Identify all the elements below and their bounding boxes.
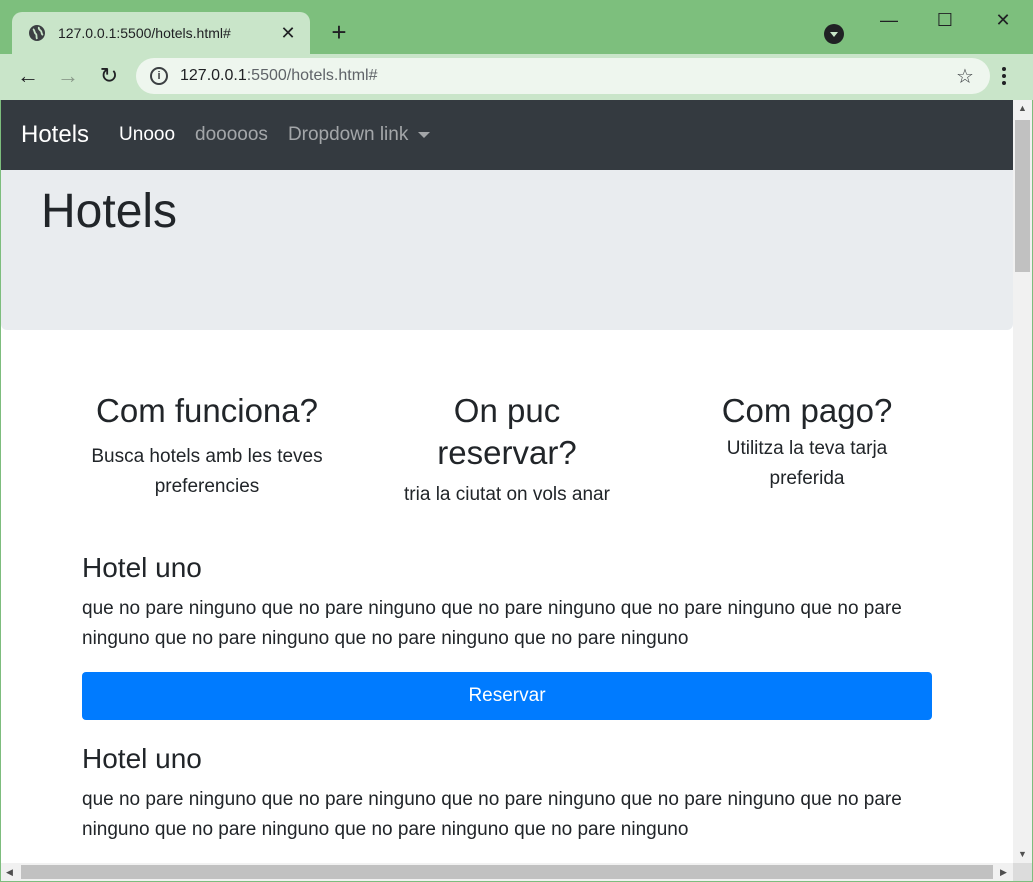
features-row: Com funciona? Busca hotels amb les teves… xyxy=(57,390,957,510)
star-icon[interactable]: ☆ xyxy=(954,64,976,89)
tab-close-icon[interactable]: ✕ xyxy=(278,23,298,44)
navbar-brand[interactable]: Hotels xyxy=(21,121,89,149)
feature-title: Com funciona? xyxy=(96,392,318,429)
back-button[interactable]: ← xyxy=(15,64,41,90)
caret-down-icon xyxy=(418,131,431,138)
nav-link-dooooos[interactable]: dooooos xyxy=(195,124,268,146)
feature-title: On puc reservar? xyxy=(437,392,577,471)
url-host: 127.0.0.1 xyxy=(180,67,247,84)
nav-dropdown-toggle[interactable]: Dropdown link xyxy=(287,124,431,146)
browser-titlebar: 127.0.0.1:5500/hotels.html# ✕ + — ☐ ✕ xyxy=(0,0,1033,54)
address-bar[interactable]: i 127.0.0.1:5500/hotels.html# ☆ xyxy=(136,58,990,94)
hotel-name: Hotel uno xyxy=(82,552,202,583)
vertical-scroll-thumb[interactable] xyxy=(1015,120,1030,272)
nav-link-unooo[interactable]: Unooo xyxy=(119,124,175,146)
minimize-button[interactable]: — xyxy=(866,6,912,34)
feature-how-pay: Com pago? Utilitza la teva tarja preferi… xyxy=(657,390,957,510)
tab-title: 127.0.0.1:5500/hotels.html# xyxy=(58,25,231,41)
hotel-description: que no pare ninguno que no pare ninguno … xyxy=(82,789,902,840)
scroll-up-icon[interactable]: ▲ xyxy=(1013,100,1032,117)
scroll-down-icon[interactable]: ▼ xyxy=(1013,846,1032,863)
vertical-scrollbar[interactable]: ▲ ▼ xyxy=(1013,100,1032,863)
more-vert-icon[interactable] xyxy=(996,64,1012,88)
jumbotron: Hotels xyxy=(1,170,1013,330)
feature-text: Utilitza la teva tarja preferida xyxy=(726,438,888,489)
hotel-card: Hotel uno que no pare ninguno que no par… xyxy=(82,550,932,720)
feature-how-it-works: Com funciona? Busca hotels amb les teves… xyxy=(57,390,357,510)
browser-tab[interactable]: 127.0.0.1:5500/hotels.html# ✕ xyxy=(12,12,310,54)
horizontal-scrollbar[interactable]: ◀ ▶ xyxy=(1,863,1013,881)
reserve-button[interactable]: Reservar xyxy=(82,672,932,720)
page-title: Hotels xyxy=(41,185,178,238)
url-path: :5500/hotels.html# xyxy=(246,67,378,84)
close-window-button[interactable]: ✕ xyxy=(980,6,1026,34)
nav-dropdown-label: Dropdown link xyxy=(287,124,409,145)
new-tab-button[interactable]: + xyxy=(326,19,352,46)
forward-button[interactable]: → xyxy=(55,64,81,90)
hotel-description: que no pare ninguno que no pare ninguno … xyxy=(82,598,902,649)
maximize-button[interactable]: ☐ xyxy=(922,6,968,34)
reload-button[interactable]: ↻ xyxy=(96,64,122,90)
horizontal-scroll-thumb[interactable] xyxy=(21,865,993,879)
feature-text: Busca hotels amb les teves preferencies xyxy=(91,446,323,497)
page-viewport: Hotels Unooo dooooos Dropdown link Hotel… xyxy=(1,100,1013,863)
info-icon[interactable]: i xyxy=(150,67,168,85)
site-navbar: Hotels Unooo dooooos Dropdown link xyxy=(1,100,1013,170)
url-text[interactable]: 127.0.0.1:5500/hotels.html# xyxy=(180,67,954,85)
scroll-left-icon[interactable]: ◀ xyxy=(1,863,18,881)
globe-icon xyxy=(29,25,45,41)
profile-dropdown-icon[interactable] xyxy=(824,24,844,44)
window-frame-left xyxy=(0,100,1,882)
hotel-card: Hotel uno que no pare ninguno que no par… xyxy=(82,741,932,845)
hotel-name: Hotel uno xyxy=(82,743,202,774)
scrollbar-corner xyxy=(1013,863,1032,881)
feature-text: tria la ciutat on vols anar xyxy=(404,484,610,505)
feature-where-book: On puc reservar? tria la ciutat on vols … xyxy=(357,390,657,510)
feature-title: Com pago? xyxy=(721,392,893,429)
scroll-right-icon[interactable]: ▶ xyxy=(995,863,1012,881)
